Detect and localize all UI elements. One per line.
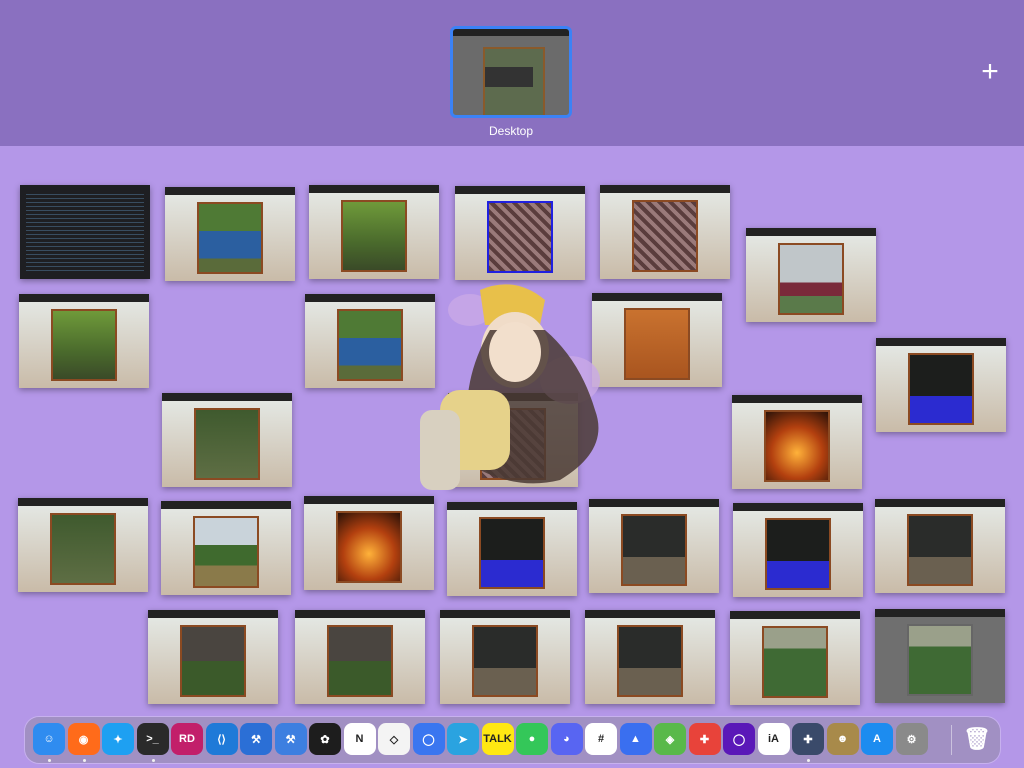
desktop-space-label: Desktop	[488, 124, 534, 138]
dock-app-nova-icon[interactable]: ◯	[723, 723, 755, 755]
window-code-editor[interactable]	[20, 185, 150, 279]
dock-app-notion-icon[interactable]: N	[343, 723, 376, 755]
window-room-mask[interactable]	[876, 338, 1006, 432]
dock-app-safari-icon[interactable]: ✦	[102, 723, 134, 755]
dock: ☺ ◉ ✦ >_ RD ⟨⟩ ⚒ ⚒ ✿ N ◇ ◯ ➤ TALK ● ◕ # ▲ ◈ ✚ ◯ iA ✚ ☻ A ⚙ 🗑	[25, 717, 1000, 763]
dock-app-contacts-icon[interactable]: ☻	[826, 723, 859, 755]
dock-running-indicator	[807, 759, 810, 762]
window-room-mask-3[interactable]	[733, 503, 863, 597]
window-dialog-scene[interactable]	[875, 609, 1005, 703]
dock-app-game-icon[interactable]: ✚	[688, 723, 721, 755]
window-dried-flowers[interactable]	[600, 185, 730, 279]
dock-app-signal-icon[interactable]: ◯	[412, 723, 445, 755]
dock-app-figma-icon[interactable]: ✿	[309, 723, 341, 755]
dock-app-vs-code-icon[interactable]: ⟨⟩	[205, 723, 238, 755]
dock-app-firefox-icon[interactable]: ◉	[67, 723, 100, 755]
girl-sticker-image	[420, 284, 600, 490]
window-computer-desk-3[interactable]	[440, 610, 570, 704]
window-forest-recycle[interactable]	[18, 498, 148, 592]
spaces-bar: Desktop +	[0, 0, 1024, 146]
window-computer-desk-4[interactable]	[585, 610, 715, 704]
window-street[interactable]	[746, 228, 876, 322]
dock-app-xcode-cloud-icon[interactable]: ✚	[792, 723, 824, 755]
dock-app-xcode-icon[interactable]: ⚒	[240, 723, 272, 755]
dock-app-xcode-beta-icon[interactable]: ⚒	[274, 723, 307, 755]
desktop-space-thumbnail[interactable]	[450, 26, 572, 118]
dock-app-terminal-goat-icon[interactable]: >_	[136, 723, 169, 755]
dock-app-slack-icon[interactable]: #	[585, 723, 617, 755]
window-grass-field[interactable]	[161, 501, 291, 595]
dock-trash-icon[interactable]: 🗑	[961, 723, 993, 755]
window-fire[interactable]	[304, 496, 434, 590]
window-leaves-2[interactable]	[19, 294, 149, 388]
add-space-button[interactable]: +	[976, 57, 1004, 87]
dock-app-maps-icon[interactable]: ◈	[654, 723, 686, 755]
dock-app-system-settings-icon[interactable]: ⚙	[895, 723, 928, 755]
dock-app-messages-icon[interactable]: ●	[516, 723, 548, 755]
dock-running-indicator	[48, 759, 51, 762]
window-garden[interactable]	[730, 611, 860, 705]
dock-app-ia-writer-icon[interactable]: iA	[757, 723, 790, 755]
dock-app-arc-icon[interactable]: ▲	[619, 723, 652, 755]
window-computer-desk[interactable]	[589, 499, 719, 593]
dock-app-app-store-icon[interactable]: A	[861, 723, 893, 755]
window-fire-room[interactable]	[732, 395, 862, 489]
window-computer-desk-2[interactable]	[875, 499, 1005, 593]
dock-app-rider-icon[interactable]: RD	[171, 723, 203, 755]
window-smoke[interactable]	[148, 610, 278, 704]
window-fern[interactable]	[162, 393, 292, 487]
dock-app-telegram-icon[interactable]: ➤	[447, 723, 479, 755]
dock-separator	[951, 725, 952, 755]
window-lake[interactable]	[165, 187, 295, 281]
window-smoke-2[interactable]	[295, 610, 425, 704]
window-leaves[interactable]	[309, 185, 439, 279]
dock-app-kakaotalk-icon[interactable]: TALK	[481, 723, 514, 755]
dock-running-indicator	[82, 759, 86, 762]
dock-app-finder-icon[interactable]: ☺	[33, 723, 65, 755]
window-room-mask-2[interactable]	[447, 502, 577, 596]
dock-running-indicator	[151, 759, 155, 762]
dock-app-unity-icon[interactable]: ◇	[378, 723, 410, 755]
dock-app-discord-icon[interactable]: ◕	[550, 723, 583, 755]
window-dried-flowers-dialog[interactable]	[455, 186, 585, 280]
